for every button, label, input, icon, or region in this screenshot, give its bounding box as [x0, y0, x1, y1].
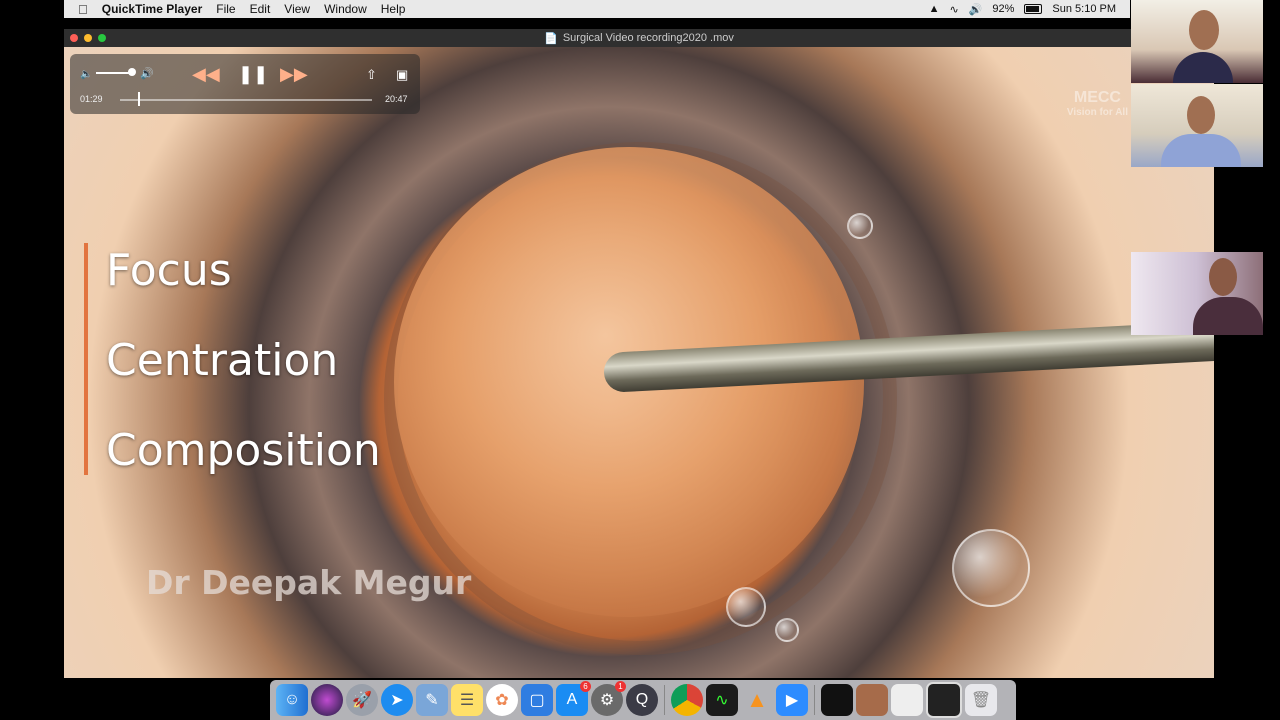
close-button[interactable] — [70, 34, 78, 42]
app-store-badge: 6 — [580, 681, 591, 692]
chrome-icon[interactable] — [671, 684, 703, 716]
preview-icon[interactable]: ✎ — [416, 684, 448, 716]
minimized-window-2[interactable] — [856, 684, 888, 716]
overlay-word-focus: Focus — [106, 245, 232, 296]
notes-icon[interactable]: ☰ — [451, 684, 483, 716]
status-area: ▲ ∿ 🔊 92% Sun 5:10 PM — [929, 3, 1116, 16]
participant-body — [1161, 134, 1241, 167]
vlc-icon[interactable]: ▲ — [741, 684, 773, 716]
participant-face — [1187, 96, 1215, 134]
share-icon[interactable]: ⇧ — [366, 67, 377, 83]
window-title: Surgical Video recording2020 .mov — [562, 32, 734, 44]
keynote-icon[interactable]: ▢ — [521, 684, 553, 716]
dock-separator — [664, 685, 665, 715]
activity-monitor-icon[interactable]: ∿ — [706, 684, 738, 716]
air-bubble — [726, 587, 766, 627]
participant-face — [1189, 10, 1219, 50]
volume-slider[interactable] — [96, 72, 132, 74]
app-store-icon[interactable]: A6 — [556, 681, 591, 716]
safari-icon[interactable]: ➤ — [381, 684, 413, 716]
menu-file[interactable]: File — [216, 2, 235, 16]
window-titlebar[interactable]: 📄 Surgical Video recording2020 .mov — [64, 29, 1214, 47]
quicktime-window: 📄 Surgical Video recording2020 .mov MECC… — [64, 29, 1214, 678]
participant-video-2[interactable] — [1131, 84, 1263, 167]
vlc-status-icon[interactable]: ▲ — [929, 3, 940, 15]
zoom-button[interactable] — [98, 34, 106, 42]
clock[interactable]: Sun 5:10 PM — [1052, 3, 1116, 15]
overlay-word-composition: Composition — [106, 425, 381, 476]
watermark-title: MECC — [1073, 89, 1121, 106]
app-menu[interactable]: QuickTime Player — [102, 2, 203, 16]
rewind-button[interactable]: ◀◀ — [192, 64, 220, 85]
volume-low-icon[interactable]: 🔈 — [80, 69, 92, 80]
photos-icon[interactable]: ✿ — [486, 684, 518, 716]
participant-body — [1173, 52, 1233, 83]
volume-knob[interactable] — [128, 68, 136, 76]
volume-icon[interactable]: 🔊 — [969, 3, 983, 16]
siri-icon[interactable] — [311, 684, 343, 716]
accent-bar — [84, 243, 88, 475]
traffic-lights — [70, 34, 106, 42]
video-credit: Dr Deepak Megur — [146, 563, 472, 602]
volume-high-icon[interactable]: 🔊 — [140, 67, 154, 80]
air-bubble — [847, 213, 873, 239]
mecc-watermark: MECC Vision for All — [1067, 89, 1128, 118]
menu-view[interactable]: View — [284, 2, 310, 16]
participant-video-3[interactable] — [1131, 252, 1263, 335]
playback-controls: 🔈 🔊 ◀◀ ❚❚ ▶▶ ⇧ ▣ 01:29 20:47 — [70, 54, 420, 114]
overlay-word-centration: Centration — [106, 335, 339, 386]
document-icon: 📄 — [544, 32, 558, 45]
battery-percent: 92% — [992, 3, 1015, 15]
launchpad-icon[interactable]: 🚀 — [346, 684, 378, 716]
playhead[interactable] — [137, 92, 140, 106]
participant-body — [1193, 297, 1263, 335]
fast-forward-button[interactable]: ▶▶ — [280, 64, 308, 85]
participant-video-1[interactable] — [1131, 0, 1263, 83]
minimized-window-1[interactable] — [821, 684, 853, 716]
air-bubble — [775, 618, 799, 642]
menu-edit[interactable]: Edit — [250, 2, 271, 16]
dock: ☺ 🚀 ➤ ✎ ☰ ✿ ▢ A6 ⚙ 1 Q ∿ ▲ ▶ 🗑 — [270, 680, 1016, 720]
elapsed-time: 01:29 — [80, 94, 103, 104]
menu-bar:  QuickTime Player File Edit View Window… — [64, 0, 1130, 18]
apple-menu-icon[interactable]:  — [78, 2, 88, 17]
air-bubble — [952, 529, 1030, 607]
minimize-button[interactable] — [84, 34, 92, 42]
watermark-subtitle: Vision for All — [1066, 107, 1128, 118]
menu-window[interactable]: Window — [324, 2, 367, 16]
minimized-window-3[interactable] — [891, 684, 923, 716]
finder-icon[interactable]: ☺ — [276, 684, 308, 716]
menu-help[interactable]: Help — [381, 2, 406, 16]
timeline-scrubber[interactable] — [120, 99, 372, 101]
zoom-icon[interactable]: ▶ — [776, 684, 808, 716]
picture-in-picture-icon[interactable]: ▣ — [396, 67, 408, 83]
dock-separator — [814, 685, 815, 715]
quicktime-icon[interactable]: Q — [626, 684, 658, 716]
trash-icon[interactable]: 🗑 — [965, 684, 997, 716]
system-preferences-icon[interactable]: ⚙ 1 — [591, 681, 626, 716]
participant-face — [1209, 258, 1237, 296]
system-prefs-badge: 1 — [615, 681, 626, 692]
battery-icon[interactable] — [1024, 4, 1043, 14]
video-frame[interactable]: MECC Vision for All Focus Centration Com… — [64, 47, 1214, 678]
minimized-window-4[interactable] — [926, 682, 962, 718]
total-duration: 20:47 — [385, 94, 408, 104]
pause-button[interactable]: ❚❚ — [238, 64, 268, 85]
wifi-icon[interactable]: ∿ — [949, 3, 958, 16]
